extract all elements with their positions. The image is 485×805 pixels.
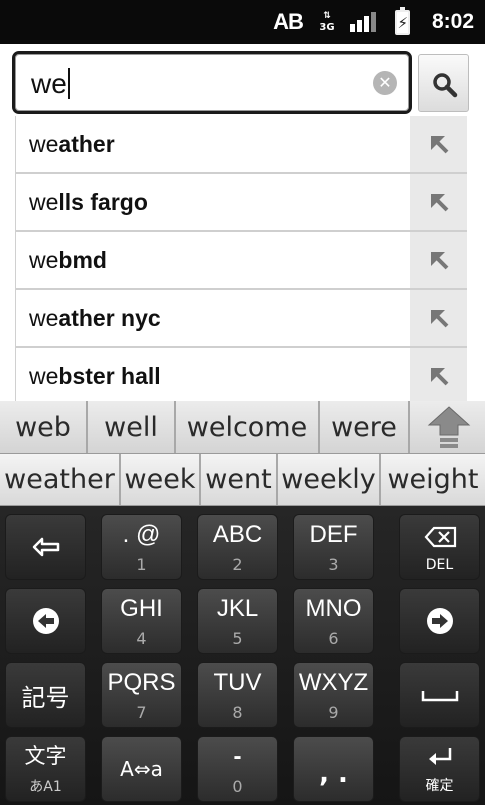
suggestion-item[interactable]: weather nyc (16, 290, 467, 348)
candidate-word[interactable]: went (201, 454, 278, 505)
suggestion-completion: lls fargo (58, 189, 148, 215)
enter-icon (429, 748, 452, 765)
cursor-right-key[interactable] (399, 588, 480, 654)
key-7[interactable]: PQRS 7 (101, 662, 182, 728)
clear-icon[interactable]: ✕ (373, 71, 397, 95)
search-query-text: we (31, 68, 67, 99)
network-type-icon: ⇅ 3G (316, 0, 338, 44)
suggestion-prefix: we (29, 189, 59, 215)
candidate-word[interactable]: weight (381, 454, 485, 505)
query-refine-arrow-icon[interactable] (410, 116, 467, 172)
punctuation-key[interactable]: , . (293, 736, 374, 802)
suggestion-item[interactable]: wells fargo (16, 174, 467, 232)
key-2[interactable]: ABC 2 (197, 514, 278, 580)
candidate-word[interactable]: well (88, 401, 176, 453)
key-0[interactable]: - 0 (197, 736, 278, 802)
key-1[interactable]: . @ 1 (101, 514, 182, 580)
case-toggle-key[interactable]: A⇔a (101, 736, 182, 802)
key-5[interactable]: JKL 5 (197, 588, 278, 654)
suggestion-completion: ather (58, 131, 115, 157)
suggestion-item[interactable]: webmd (16, 232, 467, 290)
network-type-label: 3G (319, 22, 335, 33)
space-key[interactable] (399, 662, 480, 728)
symbol-key[interactable]: 記号 (5, 662, 86, 728)
undo-icon (32, 537, 59, 557)
suggestion-prefix: we (29, 131, 59, 157)
candidate-word[interactable]: welcome (176, 401, 320, 453)
key-3[interactable]: DEF 3 (293, 514, 374, 580)
suggestion-prefix: we (29, 247, 59, 273)
battery-charging-icon: ⚡ (392, 0, 412, 44)
suggestion-completion: ather nyc (58, 305, 161, 331)
signal-bars-icon (350, 0, 378, 44)
suggestion-prefix: we (29, 363, 59, 389)
right-arrow-icon (426, 608, 453, 634)
search-button[interactable] (418, 54, 469, 112)
suggestion-list: weather wells fargo webmd weather nyc we… (15, 116, 467, 401)
candidate-bar-secondary: weather week went weekly weight (0, 454, 485, 506)
candidate-word[interactable]: web (0, 401, 88, 453)
carrier-badge: AB (273, 9, 304, 34)
query-refine-arrow-icon[interactable] (410, 232, 467, 288)
candidate-word[interactable]: weekly (278, 454, 381, 505)
search-input[interactable]: we ✕ (12, 51, 412, 114)
key-8[interactable]: TUV 8 (197, 662, 278, 728)
suggestion-item[interactable]: weather (16, 116, 467, 174)
enter-key[interactable]: 確定 (399, 736, 480, 802)
candidate-bar-primary: web well welcome were (0, 401, 485, 454)
key-4[interactable]: GHI 4 (101, 588, 182, 654)
query-refine-arrow-icon[interactable] (410, 290, 467, 346)
clock: 8:02 (431, 10, 475, 33)
search-icon (433, 73, 458, 98)
left-arrow-icon (32, 608, 59, 634)
backspace-icon (424, 526, 457, 548)
up-arrow-icon (427, 406, 471, 448)
key-9[interactable]: WXYZ 9 (293, 662, 374, 728)
text-caret (67, 68, 70, 99)
undo-key[interactable] (5, 514, 86, 580)
cursor-left-key[interactable] (5, 588, 86, 654)
candidate-word[interactable]: week (121, 454, 201, 505)
suggestion-completion: bmd (58, 247, 107, 273)
keyboard: . @ 1 ABC 2 DEF 3 DEL GHI 4 JKL 5 MNO 6 … (0, 506, 485, 805)
delete-key[interactable]: DEL (399, 514, 480, 580)
suggestion-completion: bster hall (58, 363, 161, 389)
expand-candidates-button[interactable] (425, 403, 473, 451)
search-panel: we ✕ weather wells fargo webmd weather n… (0, 44, 485, 401)
input-mode-key[interactable]: 文字 あA1 (5, 736, 86, 802)
suggestion-item[interactable]: webster hall (16, 348, 467, 401)
key-6[interactable]: MNO 6 (293, 588, 374, 654)
status-bar: AB ⇅ 3G ⚡ 8:02 (0, 0, 485, 44)
space-icon (421, 691, 458, 702)
candidate-word[interactable]: weather (0, 454, 121, 505)
query-refine-arrow-icon[interactable] (410, 348, 467, 401)
data-activity-arrows-icon: ⇅ (323, 11, 331, 21)
query-refine-arrow-icon[interactable] (410, 174, 467, 230)
candidate-word[interactable]: were (320, 401, 410, 453)
suggestion-prefix: we (29, 305, 59, 331)
